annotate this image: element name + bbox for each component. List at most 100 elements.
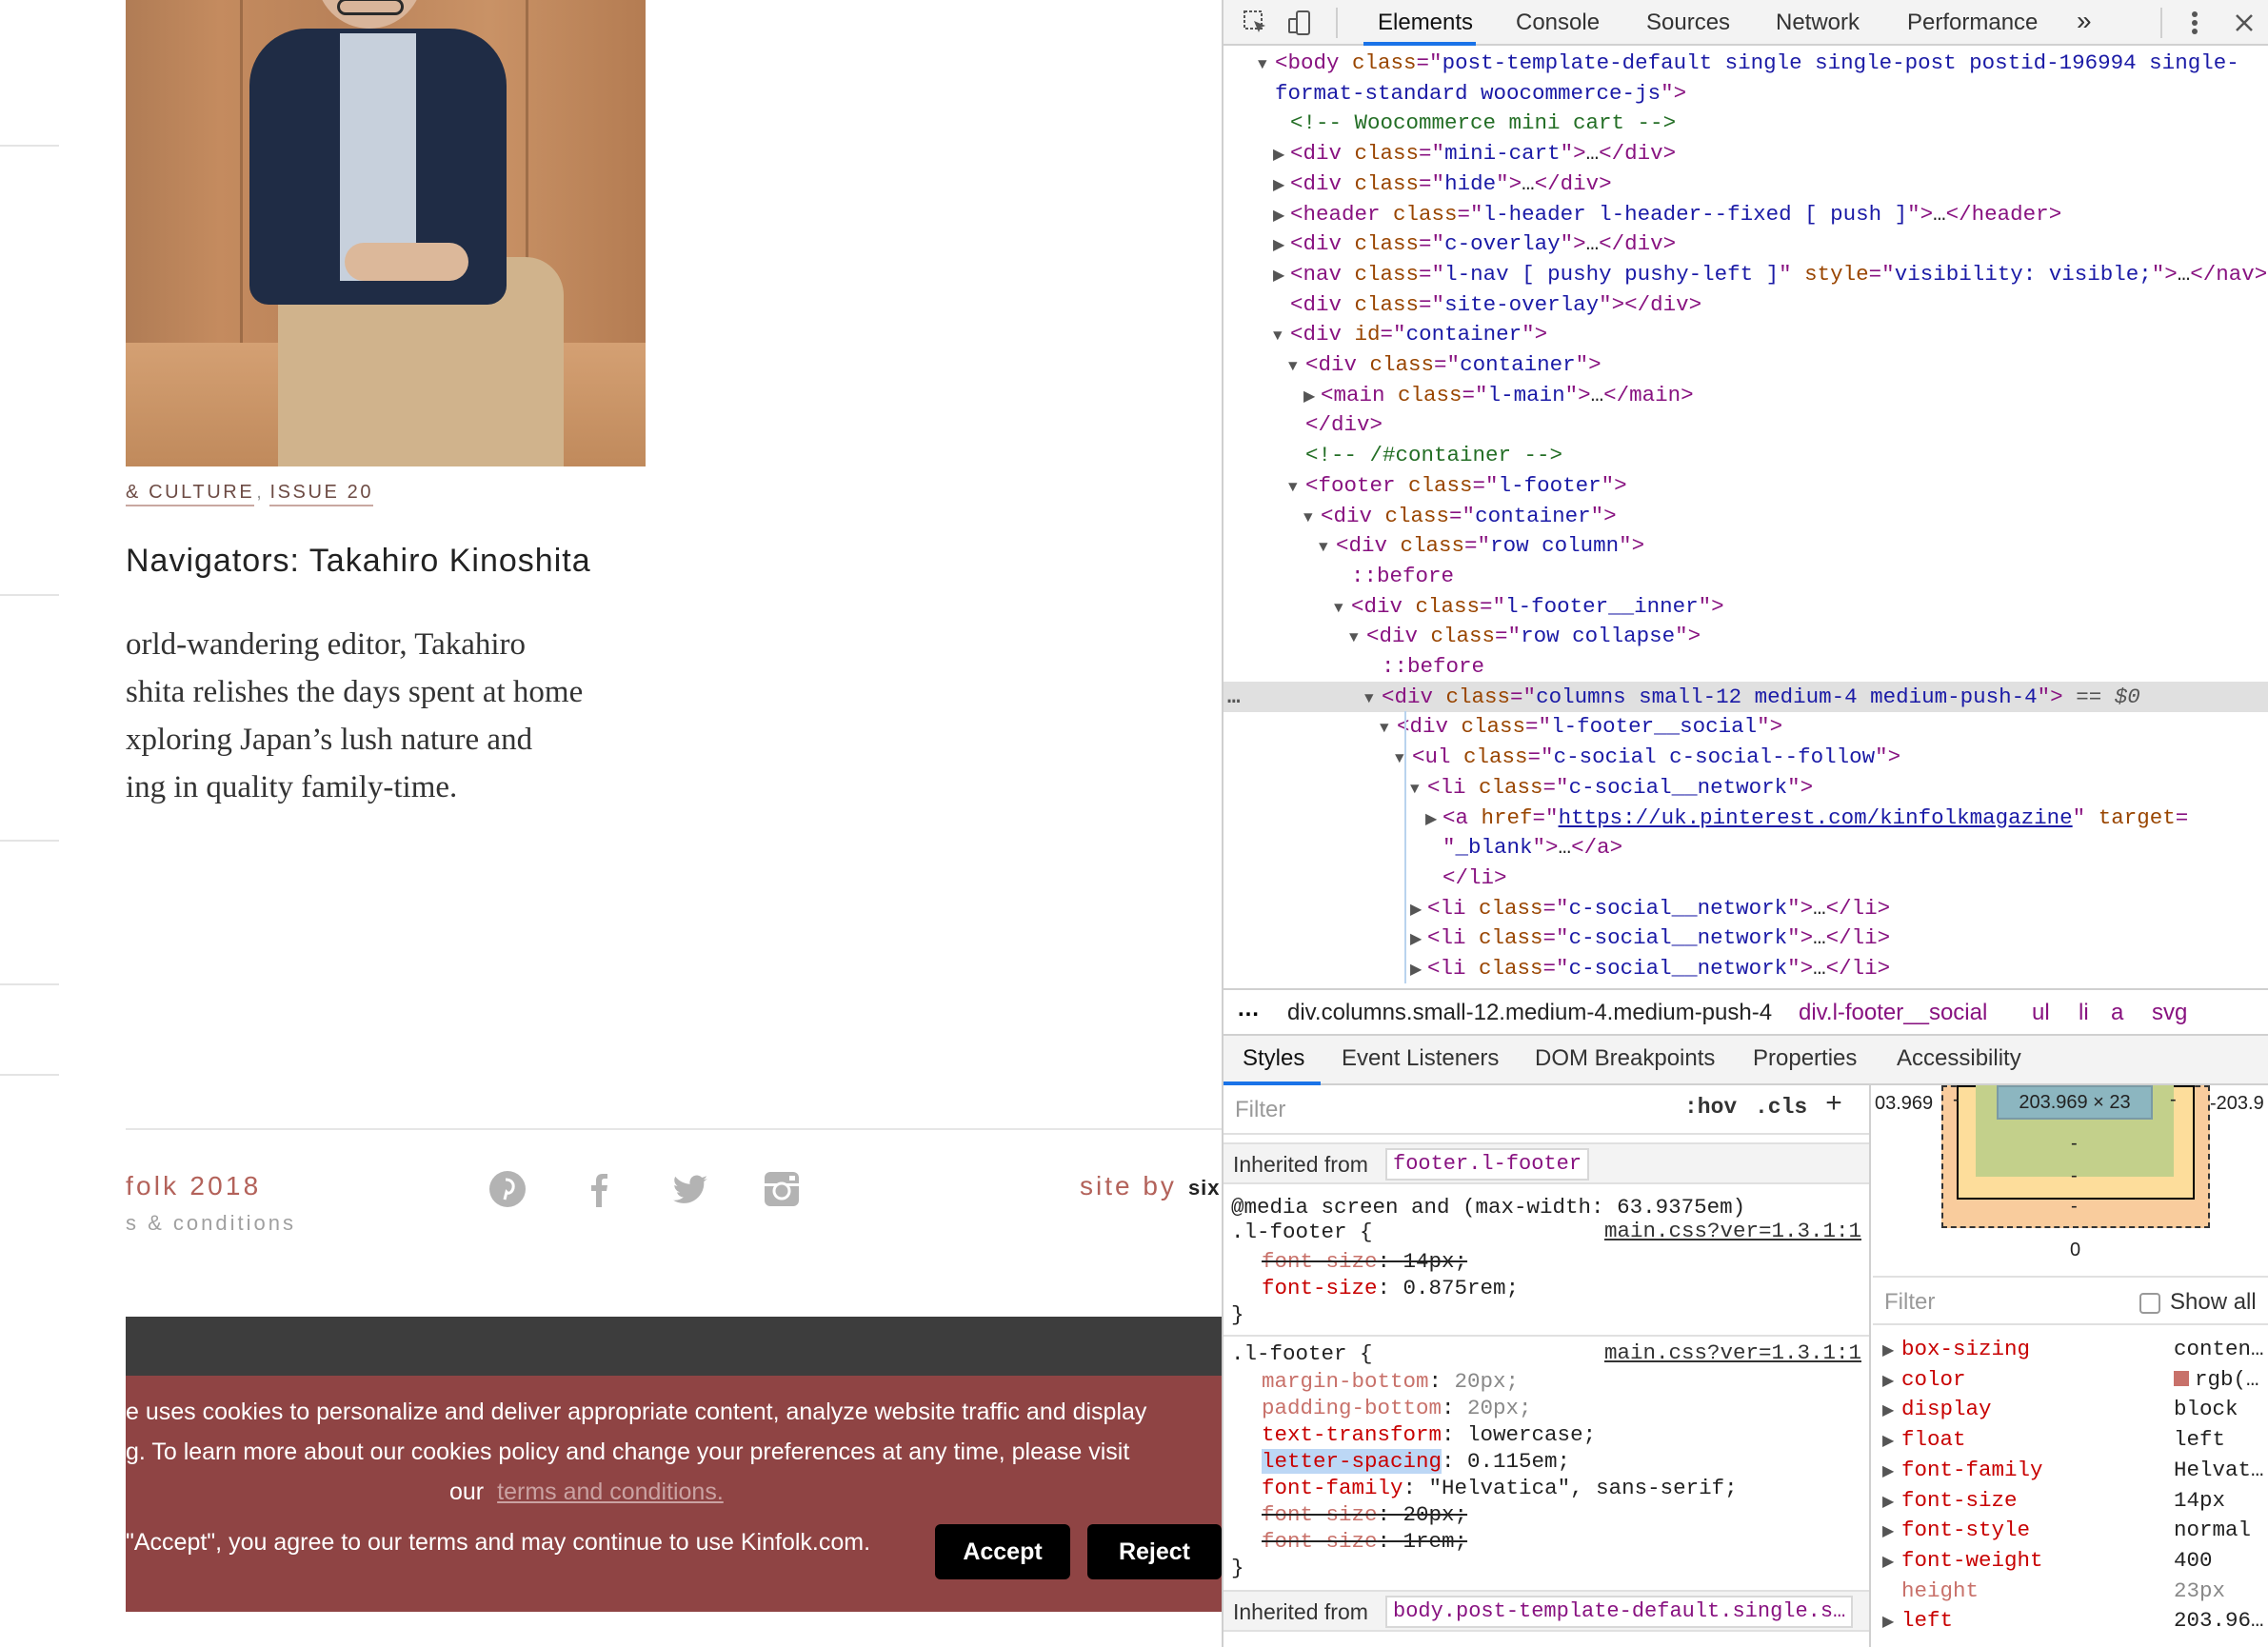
computed-property-row[interactable]: ▶ font-size 14px — [1873, 1486, 2268, 1517]
device-toolbar-icon[interactable] — [1284, 8, 1315, 38]
expand-right-icon[interactable]: ▶ — [1273, 201, 1290, 231]
expand-right-icon[interactable]: ▶ — [1882, 1612, 1894, 1631]
inherited-source[interactable]: footer.l-footer — [1385, 1148, 1590, 1181]
expand-right-icon[interactable]: ▶ — [1273, 261, 1290, 291]
expand-down-icon[interactable]: ▼ — [1380, 713, 1397, 744]
expand-down-icon[interactable]: ▼ — [1288, 351, 1305, 382]
expand-right-icon[interactable]: ▶ — [1882, 1521, 1894, 1540]
css-declaration[interactable]: margin-bottom: 20px; — [1262, 1368, 1519, 1395]
dom-node[interactable]: ▼ <footer class="l-footer"> — [1224, 470, 2268, 501]
dom-node[interactable]: <!-- /#container --> — [1224, 440, 2268, 470]
breadcrumb-item[interactable]: a — [2111, 1000, 2123, 1026]
dom-node-selected[interactable]: ▼ <div class="columns small-12 medium-4 m… — [1224, 681, 2268, 712]
expand-down-icon[interactable]: ▼ — [1334, 593, 1351, 624]
dom-node[interactable]: ▶ <a href="https://uk.pinterest.com/kinfo… — [1224, 803, 2268, 833]
dom-node[interactable]: ▼ <div class="container"> — [1224, 349, 2268, 380]
breadcrumb-item[interactable]: ul — [2032, 1000, 2050, 1026]
computed-property-row[interactable]: ▶ font-family Helvat… — [1873, 1456, 2268, 1486]
dom-node[interactable]: ▶ <li class="c-social__network">…</li> — [1224, 893, 2268, 923]
dom-node[interactable]: <!-- Woocommerce mini cart --> — [1224, 108, 2268, 138]
box-model-content[interactable]: 203.969 × 23 — [1997, 1085, 2153, 1120]
footer-terms-link[interactable]: s & conditions — [126, 1211, 296, 1236]
dom-node[interactable]: ▶ <main class="l-main">…</main> — [1224, 380, 2268, 410]
terms-and-conditions-link[interactable]: terms and conditions. — [497, 1478, 724, 1505]
tab-elements[interactable]: Elements — [1378, 10, 1473, 36]
dom-node[interactable]: ▼ <div id="container"> — [1224, 319, 2268, 349]
expand-down-icon[interactable]: ▼ — [1303, 503, 1321, 533]
expand-down-icon[interactable]: ▼ — [1349, 623, 1366, 653]
breadcrumb-item[interactable]: svg — [2152, 1000, 2187, 1026]
dom-node[interactable]: </div> — [1224, 409, 2268, 440]
tab-network[interactable]: Network — [1776, 10, 1860, 36]
tab-sources[interactable]: Sources — [1646, 10, 1730, 36]
computed-property-row[interactable]: ▶ font-weight 400 — [1873, 1546, 2268, 1577]
dom-node[interactable]: ▶ <nav class="l-nav [ pushy pushy-left ]"… — [1224, 259, 2268, 289]
expand-down-icon[interactable]: ▼ — [1319, 532, 1336, 563]
dom-node[interactable]: ::before — [1224, 651, 2268, 682]
css-declaration[interactable]: text-transform: lowercase; — [1262, 1421, 1596, 1448]
dom-node[interactable]: ::before — [1224, 561, 2268, 591]
computed-property-row[interactable]: ▶ font-style normal — [1873, 1516, 2268, 1546]
color-swatch[interactable] — [2174, 1370, 2189, 1386]
computed-filter-input[interactable]: Filter — [1884, 1289, 1935, 1316]
close-icon[interactable] — [2229, 8, 2259, 38]
tab-dom-breakpoints[interactable]: DOM Breakpoints — [1535, 1045, 1715, 1072]
computed-property-row[interactable]: ▶ display block — [1873, 1395, 2268, 1425]
css-declaration[interactable]: font-size: 20px; — [1262, 1501, 1467, 1528]
new-style-rule-icon[interactable]: + — [1825, 1089, 1842, 1121]
facebook-icon[interactable] — [579, 1169, 619, 1209]
tab-accessibility[interactable]: Accessibility — [1897, 1045, 2021, 1072]
twitter-icon[interactable] — [670, 1169, 710, 1209]
kebab-menu-icon[interactable] — [2179, 8, 2210, 38]
article-photo[interactable] — [126, 0, 646, 466]
tab-properties[interactable]: Properties — [1753, 1045, 1857, 1072]
footer-site-by[interactable]: site by six — [1080, 1171, 1221, 1201]
dom-node[interactable]: "_blank">…</a> — [1224, 832, 2268, 863]
pinterest-icon[interactable] — [487, 1169, 527, 1209]
category-link-culture[interactable]: & CULTURE — [126, 482, 255, 506]
expand-right-icon[interactable]: ▶ — [1410, 955, 1427, 985]
dom-node[interactable]: ▶ <div class="hide">…</div> — [1224, 169, 2268, 199]
node-actions-icon[interactable]: … — [1227, 682, 1241, 712]
dom-node[interactable]: <div class="site-overlay"></div> — [1224, 289, 2268, 320]
dom-node[interactable]: </li> — [1224, 863, 2268, 893]
expand-right-icon[interactable]: ▶ — [1882, 1552, 1894, 1571]
expand-right-icon[interactable]: ▶ — [1273, 140, 1290, 170]
dom-node[interactable]: ▶ <li class="c-social__network">…</li> — [1224, 953, 2268, 983]
instagram-icon[interactable] — [762, 1169, 802, 1209]
reject-button[interactable]: Reject — [1087, 1524, 1222, 1579]
inspect-element-icon[interactable] — [1241, 8, 1271, 38]
expand-right-icon[interactable]: ▶ — [1882, 1340, 1894, 1359]
article-title[interactable]: Navigators: Takahiro Kinoshita — [126, 543, 591, 580]
breadcrumb-item[interactable]: div.l-footer__social — [1799, 1000, 1987, 1026]
dom-node[interactable]: ▼ <div class="row collapse"> — [1224, 621, 2268, 651]
expand-right-icon[interactable]: ▶ — [1882, 1371, 1894, 1390]
dom-node[interactable]: ▶ <div class="mini-cart">…</div> — [1224, 138, 2268, 169]
css-source-link[interactable]: main.css?ver=1.3.1:1 — [1604, 1219, 1861, 1243]
expand-down-icon[interactable]: ▼ — [1288, 472, 1305, 503]
tab-console[interactable]: Console — [1516, 10, 1600, 36]
computed-property-row[interactable]: ▶ color rgb(… — [1873, 1365, 2268, 1396]
computed-property-row[interactable]: height 23px — [1873, 1577, 2268, 1607]
computed-property-row[interactable]: ▶ left 203.96… — [1873, 1606, 2268, 1637]
expand-right-icon[interactable]: ▶ — [1410, 924, 1427, 955]
category-link-issue[interactable]: ISSUE 20 — [269, 482, 374, 506]
tab-styles[interactable]: Styles — [1243, 1045, 1304, 1072]
expand-down-icon[interactable]: ▼ — [1258, 50, 1275, 80]
css-declaration[interactable]: font-size: 14px; — [1262, 1248, 1467, 1275]
expand-right-icon[interactable]: ▶ — [1410, 895, 1427, 925]
css-selector[interactable]: .l-footer { — [1231, 1340, 1373, 1367]
dom-tree[interactable]: ▼ <body class="post-template-default sing… — [1224, 46, 2268, 988]
dom-node[interactable]: ▼ <div class="l-footer__social"> — [1224, 711, 2268, 742]
expand-right-icon[interactable]: ▶ — [1882, 1492, 1894, 1511]
dom-node[interactable]: ▼ <div class="container"> — [1224, 501, 2268, 531]
more-tabs-icon[interactable]: » — [2077, 6, 2092, 36]
show-all-label[interactable]: Show all — [2170, 1289, 2257, 1316]
dom-node[interactable]: ▼ <ul class="c-social c-social--follow"> — [1224, 742, 2268, 772]
css-source-link[interactable]: main.css?ver=1.3.1:1 — [1604, 1340, 1861, 1365]
expand-right-icon[interactable]: ▶ — [1882, 1461, 1894, 1480]
expand-down-icon[interactable]: ▼ — [1410, 774, 1427, 804]
expand-right-icon[interactable]: ▶ — [1882, 1400, 1894, 1419]
hover-state-toggle[interactable]: :hov — [1684, 1095, 1737, 1120]
expand-down-icon[interactable]: ▼ — [1273, 321, 1290, 351]
